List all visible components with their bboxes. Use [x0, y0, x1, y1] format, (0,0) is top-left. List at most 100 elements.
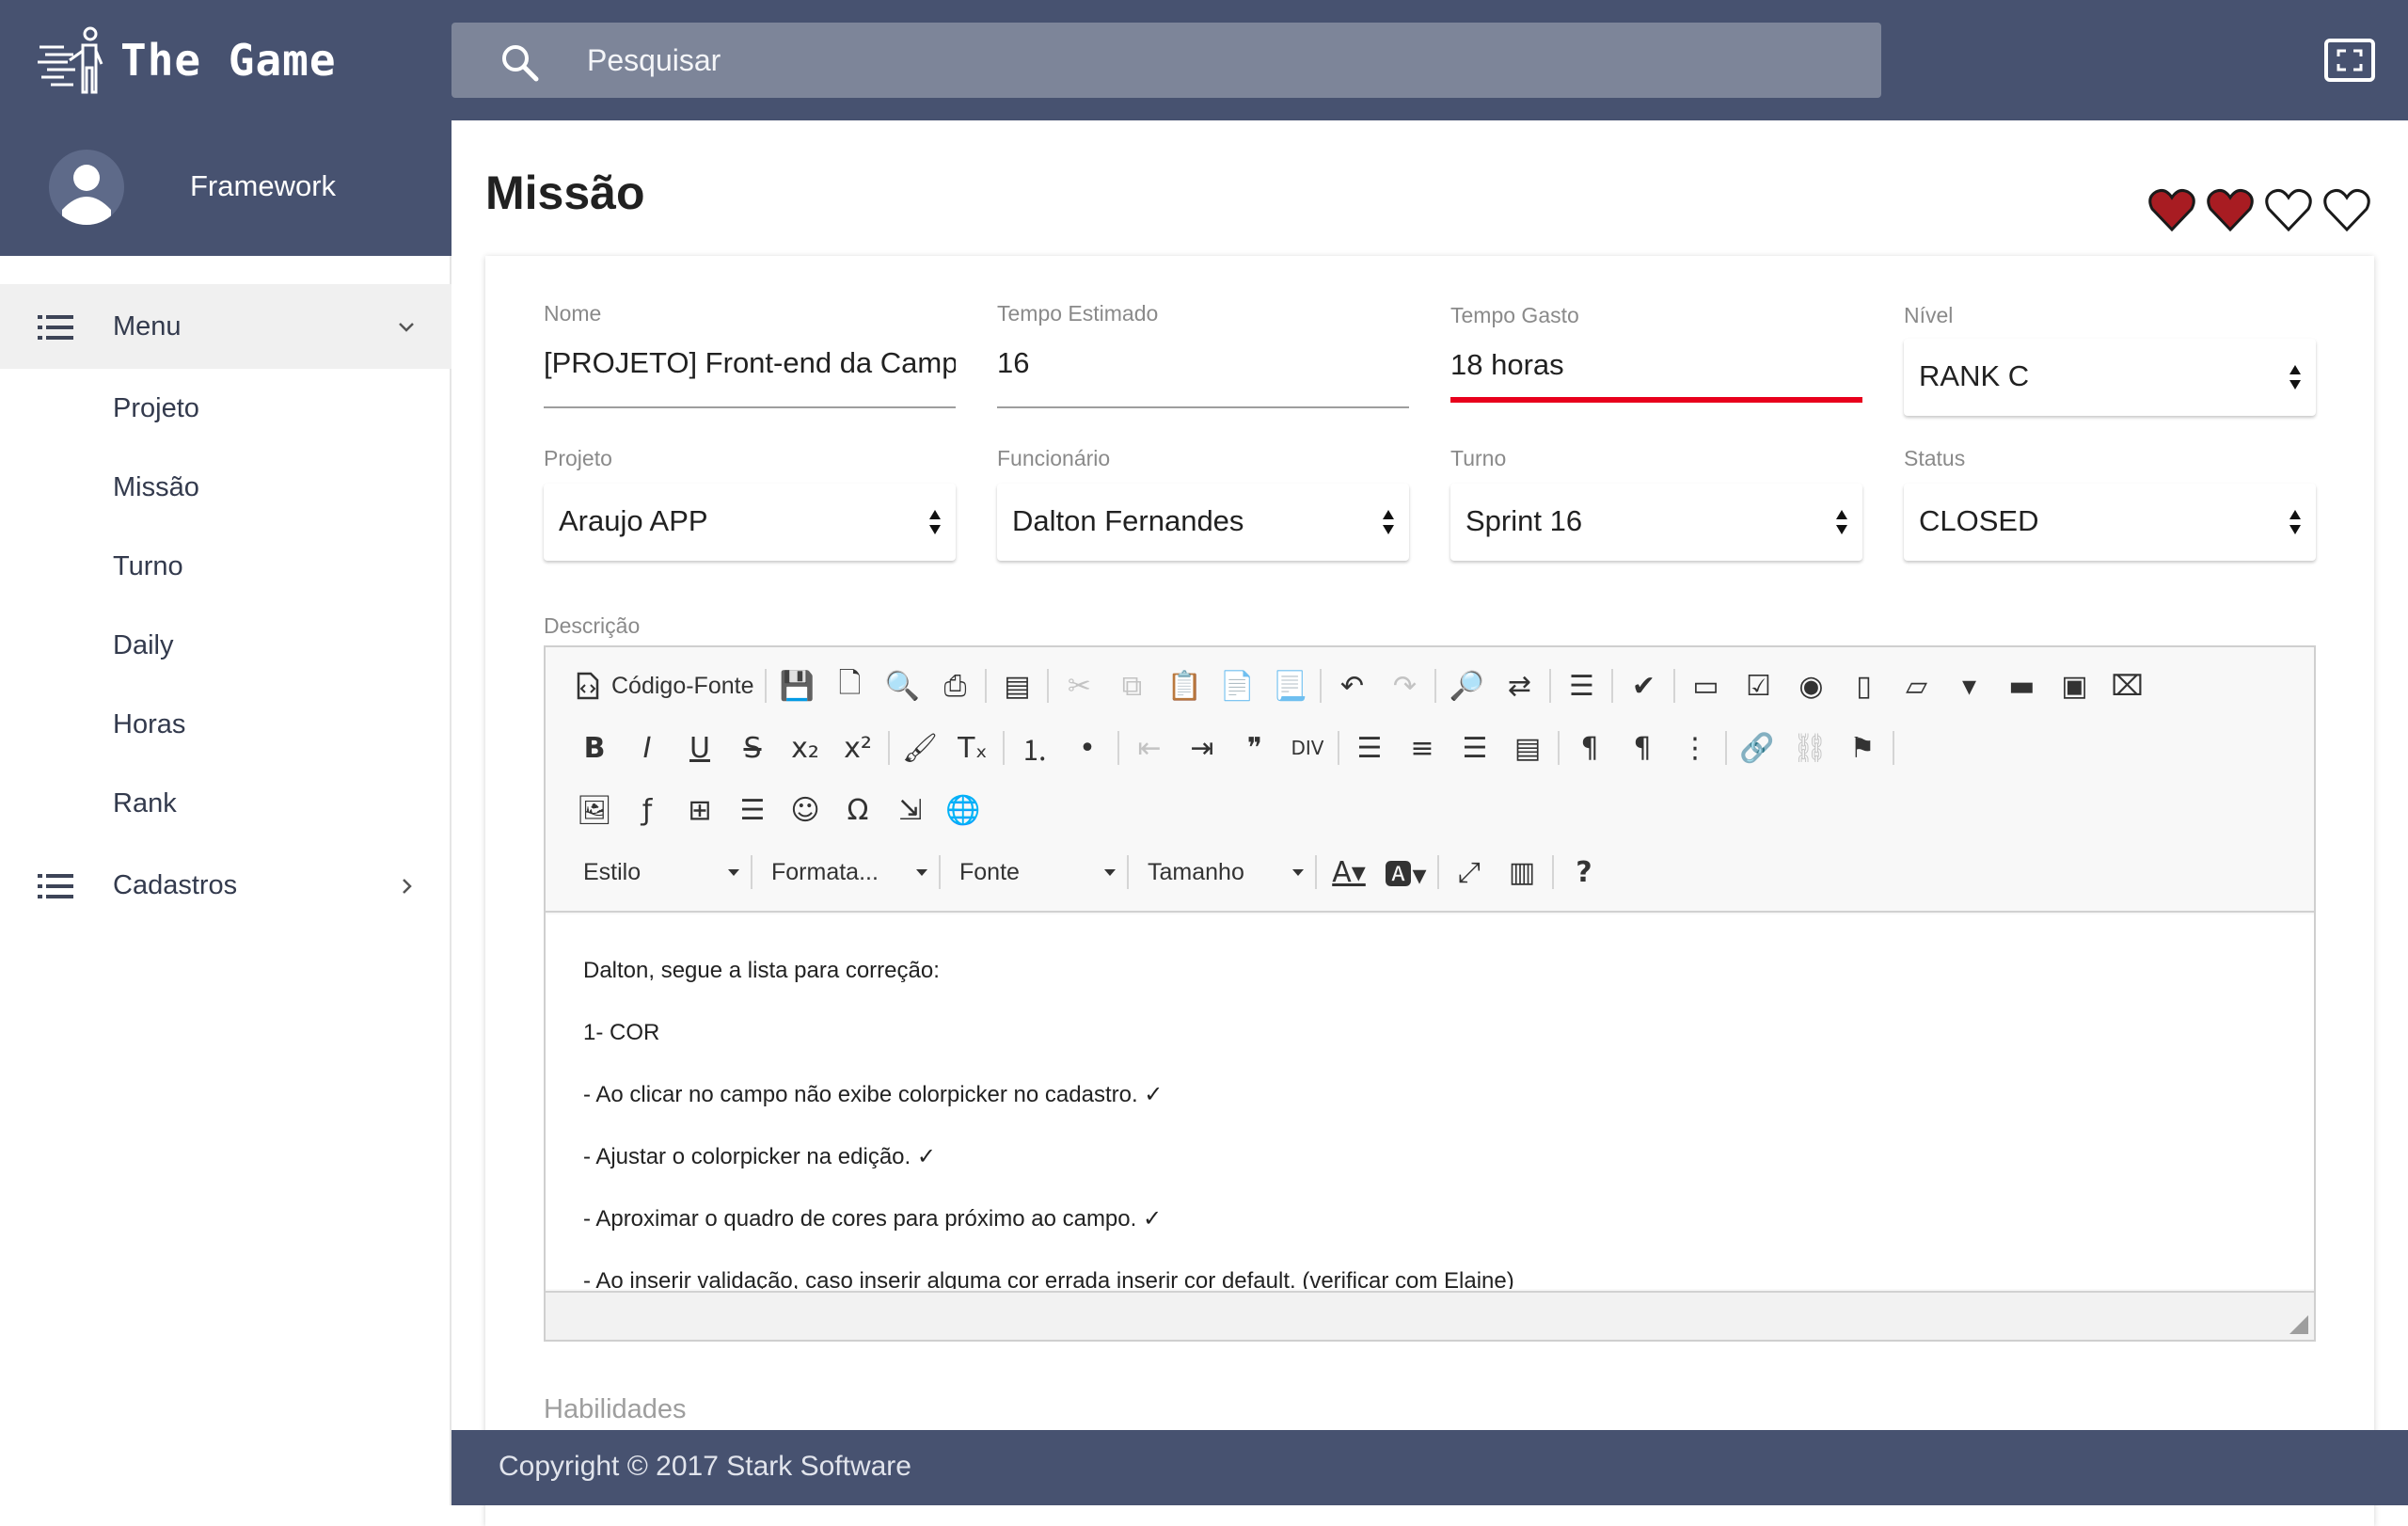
save-icon[interactable]: 💾	[770, 662, 823, 709]
help-icon[interactable]: ?	[1558, 849, 1610, 896]
projeto-field[interactable]: Projeto Araujo APP	[544, 446, 956, 563]
language-icon[interactable]: ⋮	[1669, 724, 1721, 771]
bulleted-list-icon[interactable]: •	[1061, 724, 1114, 771]
nivel-field[interactable]: Nível RANK C	[1904, 303, 2316, 420]
sidebar-item-projeto[interactable]: Projeto	[113, 393, 199, 424]
image-button-icon[interactable]: ▣	[2048, 662, 2100, 709]
form-icon[interactable]: ▭	[1679, 662, 1732, 709]
cut-icon[interactable]: ✂	[1053, 662, 1105, 709]
button-field-icon[interactable]: ▬	[1995, 662, 2048, 709]
remove-format-icon[interactable]: Tₓ	[946, 724, 999, 771]
text-field-icon[interactable]: ▯	[1837, 662, 1890, 709]
tempo-estimado-field[interactable]: Tempo Estimado 16	[997, 301, 1409, 410]
editor-content[interactable]: Dalton, segue a lista para correção: 1- …	[546, 914, 2314, 1289]
indent-icon[interactable]: ⇥	[1176, 724, 1228, 771]
turno-select[interactable]: Sprint 16	[1450, 484, 1862, 561]
special-char-icon[interactable]: Ω	[832, 787, 884, 834]
turno-field[interactable]: Turno Sprint 16	[1450, 446, 1862, 563]
select-all-icon[interactable]: ☰	[1555, 662, 1608, 709]
strikethrough-icon[interactable]: S	[726, 724, 779, 771]
projeto-select[interactable]: Araujo APP	[544, 484, 956, 561]
div-container-icon[interactable]: DIV	[1281, 724, 1334, 771]
link-icon[interactable]: 🔗	[1731, 724, 1783, 771]
unlink-icon[interactable]: ⛓	[1783, 724, 1836, 771]
size-combo[interactable]: Tamanho	[1133, 849, 1311, 896]
italic-icon[interactable]: I	[621, 724, 673, 771]
new-page-icon[interactable]: 🗋	[823, 662, 876, 709]
sidebar: Framework Menu Projeto Missão Turno Dail…	[0, 120, 452, 1505]
search-icon[interactable]	[499, 41, 540, 83]
numbered-list-icon[interactable]: ⒈	[1008, 724, 1061, 771]
iframe-icon[interactable]: 🌐	[937, 787, 990, 834]
nome-field[interactable]: Nome [PROJETO] Front-end da Campanha	[544, 301, 956, 410]
spellcheck-icon[interactable]: ✔	[1617, 662, 1670, 709]
horizontal-rule-icon[interactable]: ☰	[726, 787, 779, 834]
replace-icon[interactable]: ⇄	[1493, 662, 1545, 709]
rtl-icon[interactable]: ¶	[1616, 724, 1669, 771]
sidebar-item-missao[interactable]: Missão	[113, 472, 199, 503]
sidebar-item-daily[interactable]: Daily	[113, 630, 173, 661]
print-icon[interactable]: ⎙	[928, 662, 981, 709]
textarea-icon[interactable]: ▱	[1890, 662, 1942, 709]
image-icon[interactable]: 🖼	[568, 787, 621, 834]
status-select[interactable]: CLOSED	[1904, 484, 2316, 561]
select-field-icon[interactable]: ▾	[1942, 662, 1995, 709]
paste-text-icon[interactable]: 📄	[1211, 662, 1263, 709]
flash-icon[interactable]: ƒ	[621, 787, 673, 834]
undo-icon[interactable]: ↶	[1325, 662, 1378, 709]
subscript-icon[interactable]: x₂	[779, 724, 832, 771]
avatar[interactable]	[49, 150, 124, 225]
table-icon[interactable]: ⊞	[673, 787, 726, 834]
paste-icon[interactable]: 📋	[1158, 662, 1211, 709]
find-icon[interactable]: 🔎	[1440, 662, 1493, 709]
tempo-estimado-input[interactable]: 16	[997, 346, 1409, 388]
preview-icon[interactable]: 🔍	[876, 662, 928, 709]
align-center-icon[interactable]: ≡	[1396, 724, 1449, 771]
funcionario-select[interactable]: Dalton Fernandes	[997, 484, 1409, 561]
align-right-icon[interactable]: ☰	[1449, 724, 1501, 771]
app-logo[interactable]: The Game	[36, 26, 337, 94]
copy-format-icon[interactable]: 🖌	[894, 724, 946, 771]
bold-icon[interactable]: B	[568, 724, 621, 771]
hidden-field-icon[interactable]: ⌧	[2100, 662, 2153, 709]
blockquote-icon[interactable]: ❞	[1228, 724, 1281, 771]
background-color-icon[interactable]: 🅰▾	[1377, 849, 1434, 896]
show-blocks-icon[interactable]: ▥	[1496, 849, 1548, 896]
paste-word-icon[interactable]: 📃	[1263, 662, 1316, 709]
sidebar-item-turno[interactable]: Turno	[113, 551, 183, 582]
radio-icon[interactable]: ◉	[1784, 662, 1837, 709]
outdent-icon[interactable]: ⇤	[1123, 724, 1176, 771]
app-name: The Game	[120, 35, 337, 86]
tempo-gasto-input[interactable]: 18 horas	[1450, 348, 1862, 389]
search-input[interactable]	[587, 23, 1847, 98]
nivel-select[interactable]: RANK C	[1904, 339, 2316, 416]
superscript-icon[interactable]: x²	[832, 724, 884, 771]
style-combo[interactable]: Estilo	[568, 849, 747, 896]
underline-icon[interactable]: U	[673, 724, 726, 771]
page-break-icon[interactable]: ⇲	[884, 787, 937, 834]
text-color-icon[interactable]: A▾	[1321, 849, 1377, 896]
checkbox-icon[interactable]: ☑	[1732, 662, 1784, 709]
maximize-icon[interactable]: ⤢	[1443, 849, 1496, 896]
ltr-icon[interactable]: ¶	[1563, 724, 1616, 771]
sidebar-cadastros-toggle[interactable]: Cadastros	[0, 843, 452, 928]
nome-input[interactable]: [PROJETO] Front-end da Campanha	[544, 346, 956, 388]
font-combo[interactable]: Fonte	[944, 849, 1123, 896]
copy-icon[interactable]: ⧉	[1105, 662, 1158, 709]
smiley-icon[interactable]: ☺	[779, 787, 832, 834]
redo-icon[interactable]: ↷	[1378, 662, 1431, 709]
resize-grip-icon[interactable]	[2289, 1315, 2308, 1334]
align-left-icon[interactable]: ☰	[1343, 724, 1396, 771]
status-field[interactable]: Status CLOSED	[1904, 446, 2316, 563]
format-combo[interactable]: Formata...	[756, 849, 935, 896]
tempo-gasto-field[interactable]: Tempo Gasto 18 horas	[1450, 303, 1862, 412]
sidebar-item-horas[interactable]: Horas	[113, 709, 185, 740]
sidebar-item-rank[interactable]: Rank	[113, 788, 177, 819]
templates-icon[interactable]: ▤	[990, 662, 1043, 709]
sidebar-menu-toggle[interactable]: Menu	[0, 284, 452, 369]
justify-icon[interactable]: ▤	[1501, 724, 1554, 771]
anchor-flag-icon[interactable]: ⚑	[1836, 724, 1889, 771]
fullscreen-icon[interactable]	[2323, 38, 2376, 83]
source-code-button[interactable]: Código-Fonte	[568, 662, 761, 709]
funcionario-field[interactable]: Funcionário Dalton Fernandes	[997, 446, 1409, 563]
